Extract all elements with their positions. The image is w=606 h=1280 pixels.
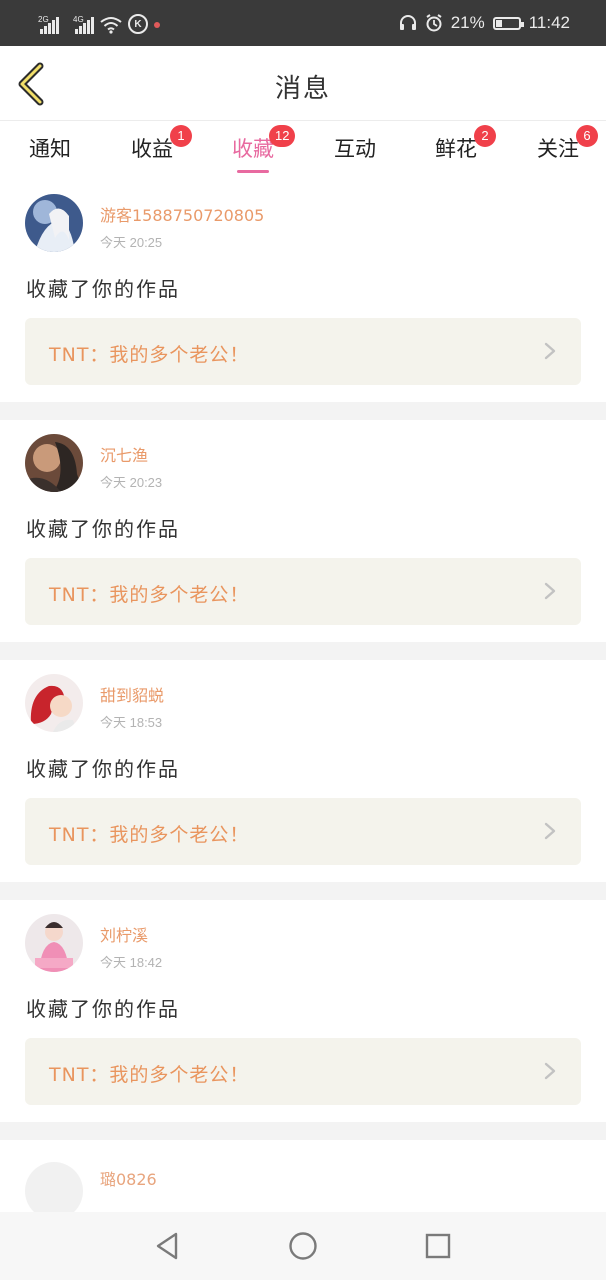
- tab-interactions[interactable]: 互动: [305, 133, 405, 163]
- chevron-right-icon: [544, 1062, 556, 1080]
- badge-count: 6: [576, 125, 598, 147]
- alarm-icon: [426, 14, 442, 32]
- tab-label: 收益: [131, 137, 173, 161]
- tab-bar: 通知 收益 1 收藏 12 互动 鲜花 2 关注 6: [0, 121, 606, 179]
- tab-earnings[interactable]: 收益 1: [102, 125, 202, 163]
- wifi-icon: [100, 17, 122, 34]
- timestamp: 今天 18:42: [100, 955, 163, 970]
- tab-favorites[interactable]: 收藏 12: [203, 125, 303, 173]
- chevron-right-icon: [544, 822, 556, 840]
- work-link[interactable]: TNT：我的多个老公！: [25, 1038, 581, 1105]
- battery-icon: [492, 16, 524, 30]
- timestamp: 今天 18:53: [100, 715, 163, 730]
- square-recents-icon[interactable]: [422, 1230, 454, 1262]
- avatar[interactable]: [25, 674, 83, 732]
- username[interactable]: 沉七渔: [100, 442, 148, 466]
- system-nav-bar: [0, 1212, 606, 1280]
- username[interactable]: 璐0826: [100, 1166, 157, 1190]
- signal-4g-icon: 4G: [73, 15, 94, 34]
- page-title: 消息: [274, 74, 331, 104]
- action-text: 收藏了你的作品: [26, 757, 180, 781]
- avatar[interactable]: [25, 434, 83, 492]
- battery-percent: 21%: [450, 13, 485, 32]
- list-item: 刘柠溪 今天 18:42 收藏了你的作品 TNT：我的多个老公！: [0, 900, 606, 1122]
- active-tab-indicator: [237, 170, 269, 173]
- work-title: TNT：我的多个老公！: [49, 344, 250, 366]
- notification-dot-icon: [154, 22, 160, 28]
- badge-count: 12: [269, 125, 296, 147]
- list-item: 沉七渔 今天 20:23 收藏了你的作品 TNT：我的多个老公！: [0, 420, 606, 642]
- avatar[interactable]: [25, 194, 83, 252]
- k-app-icon: K: [128, 14, 148, 34]
- chevron-right-icon: [544, 342, 556, 360]
- tab-label: 互动: [334, 137, 376, 161]
- tab-follows[interactable]: 关注 6: [508, 125, 606, 163]
- message-list: 游客1588750720805 今天 20:25 收藏了你的作品 TNT：我的多…: [0, 180, 606, 1220]
- triangle-back-icon[interactable]: [152, 1230, 184, 1262]
- status-bar: 2G 4G K 21% 11:42: [0, 0, 606, 46]
- timestamp: 今天 20:25: [100, 235, 163, 250]
- work-link[interactable]: TNT：我的多个老公！: [25, 318, 581, 385]
- work-title: TNT：我的多个老公！: [49, 1064, 250, 1086]
- signal-2g-icon: 2G: [38, 15, 59, 34]
- work-title: TNT：我的多个老公！: [49, 584, 250, 606]
- clock: 11:42: [528, 13, 570, 32]
- work-link[interactable]: TNT：我的多个老公！: [25, 558, 581, 625]
- list-item: 游客1588750720805 今天 20:25 收藏了你的作品 TNT：我的多…: [0, 180, 606, 402]
- tab-notifications[interactable]: 通知: [0, 133, 100, 163]
- headphones-icon: [399, 15, 416, 30]
- username[interactable]: 游客1588750720805: [100, 202, 264, 226]
- tab-label: 关注: [537, 137, 579, 161]
- tab-label: 通知: [29, 137, 71, 161]
- work-title: TNT：我的多个老公！: [49, 824, 250, 846]
- circle-home-icon[interactable]: [287, 1230, 319, 1262]
- tab-label: 鲜花: [435, 137, 477, 161]
- app-header: 消息: [0, 46, 606, 121]
- avatar[interactable]: [25, 914, 83, 972]
- chevron-right-icon: [544, 582, 556, 600]
- action-text: 收藏了你的作品: [26, 997, 180, 1021]
- work-link[interactable]: TNT：我的多个老公！: [25, 798, 581, 865]
- username[interactable]: 刘柠溪: [100, 922, 148, 946]
- badge-count: 1: [170, 125, 192, 147]
- list-item: 甜到貂蜕 今天 18:53 收藏了你的作品 TNT：我的多个老公！: [0, 660, 606, 882]
- timestamp: 今天 20:23: [100, 475, 163, 490]
- list-item: 璐0826: [0, 1140, 606, 1220]
- tab-label: 收藏: [232, 137, 274, 161]
- action-text: 收藏了你的作品: [26, 277, 180, 301]
- action-text: 收藏了你的作品: [26, 517, 180, 541]
- badge-count: 2: [474, 125, 496, 147]
- tab-flowers[interactable]: 鲜花 2: [406, 125, 506, 163]
- username[interactable]: 甜到貂蜕: [100, 682, 164, 706]
